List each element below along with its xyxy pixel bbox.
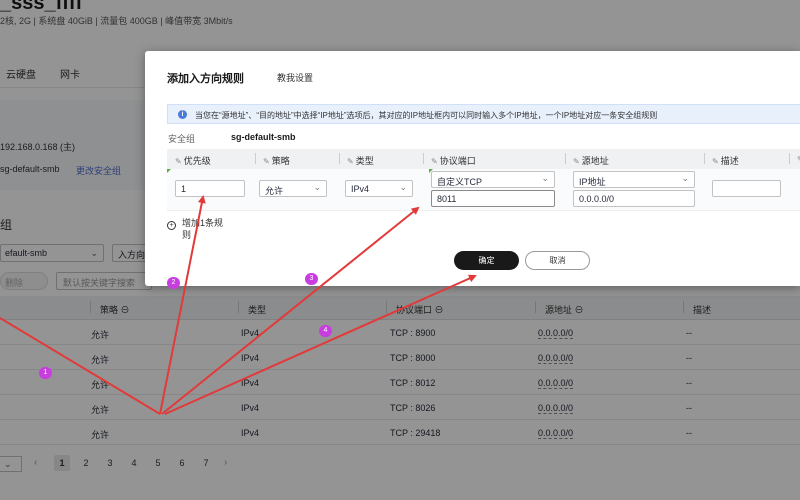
arrow-3 [161,206,420,415]
step-badge-3: 3 [305,273,318,285]
arrow-1 [0,317,161,415]
arrow-4 [164,274,477,415]
step-badge-1: 1 [39,367,52,379]
step-badge-4: 4 [319,325,332,337]
step-badge-2: 2 [167,277,180,289]
arrow-2 [159,195,206,415]
tutorial-arrows [0,195,477,415]
